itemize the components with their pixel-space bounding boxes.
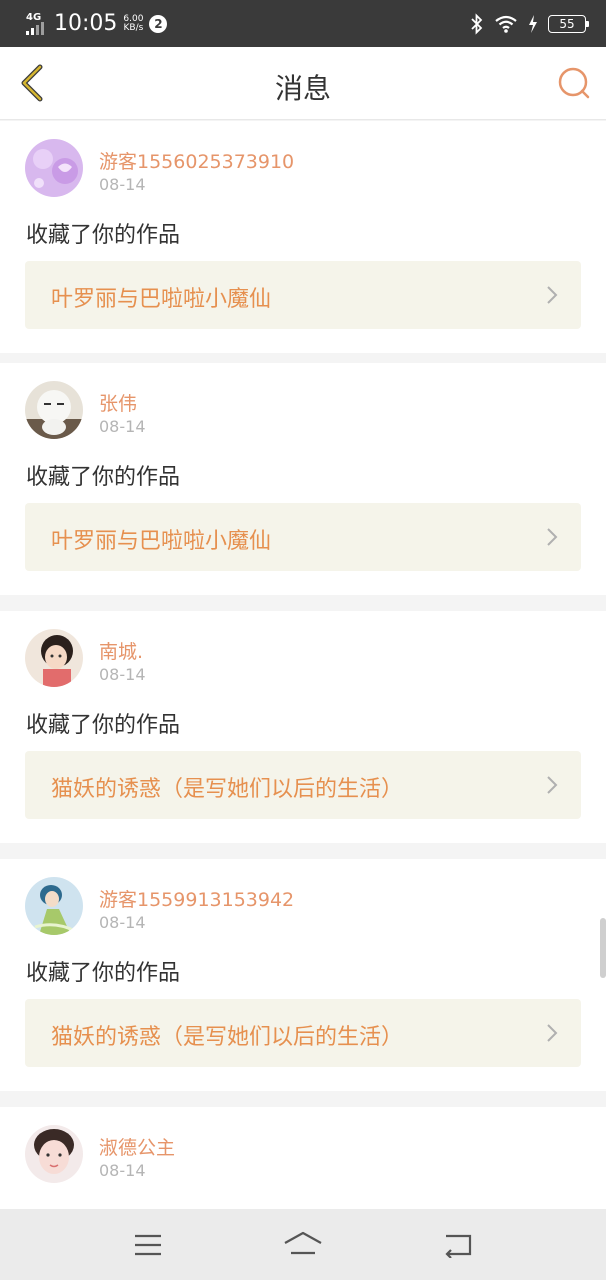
- message-date: 08-14: [99, 913, 146, 932]
- home-icon: [284, 1231, 322, 1254]
- menu-icon: [134, 1234, 161, 1255]
- avatar[interactable]: [25, 629, 83, 687]
- message-list[interactable]: 游客1556025373910 08-14 收藏了你的作品 叶罗丽与巴啦啦小魔仙…: [0, 121, 606, 1209]
- search-icon[interactable]: [556, 65, 592, 101]
- avatar[interactable]: [25, 381, 83, 439]
- work-title: 叶罗丽与巴啦啦小魔仙: [51, 529, 272, 554]
- chevron-right-icon: [547, 776, 558, 794]
- menu-button[interactable]: [124, 1225, 172, 1265]
- home-button[interactable]: [279, 1225, 327, 1265]
- message-date: 08-14: [99, 175, 146, 194]
- page-title: 消息: [274, 72, 331, 105]
- message-action: 收藏了你的作品: [26, 961, 181, 986]
- message-card: 淑德公主 08-14: [0, 1107, 606, 1209]
- message-card: 游客1559913153942 08-14 收藏了你的作品 猫妖的诱惑（是写她们…: [0, 859, 606, 1091]
- work-title: 叶罗丽与巴啦啦小魔仙: [51, 287, 272, 312]
- signal-icon: 4G: [26, 12, 48, 35]
- message-card: 张伟 08-14 收藏了你的作品 叶罗丽与巴啦啦小魔仙: [0, 363, 606, 595]
- user-name[interactable]: 淑德公主: [99, 1133, 175, 1160]
- message-card: 游客1556025373910 08-14 收藏了你的作品 叶罗丽与巴啦啦小魔仙: [0, 121, 606, 353]
- chevron-right-icon: [547, 1024, 558, 1042]
- status-bar: 4G 10:05 6.00 KB/s 2 55: [0, 0, 606, 47]
- avatar[interactable]: [25, 139, 83, 197]
- battery-level: 55: [548, 14, 589, 33]
- message-action: 收藏了你的作品: [26, 713, 181, 738]
- app-header: 消息: [0, 47, 606, 120]
- work-title: 猫妖的诱惑（是写她们以后的生活）: [51, 1025, 404, 1050]
- scrollbar[interactable]: [600, 918, 606, 978]
- message-date: 08-14: [99, 1161, 146, 1180]
- work-link[interactable]: 猫妖的诱惑（是写她们以后的生活）: [25, 751, 581, 819]
- notification-badge: 2: [149, 14, 168, 33]
- user-name[interactable]: 张伟: [99, 389, 137, 416]
- message-card: 南城. 08-14 收藏了你的作品 猫妖的诱惑（是写她们以后的生活）: [0, 611, 606, 843]
- avatar[interactable]: [25, 877, 83, 935]
- avatar[interactable]: [25, 1125, 83, 1183]
- message-action: 收藏了你的作品: [26, 223, 181, 248]
- wifi-icon: [495, 15, 517, 33]
- user-name[interactable]: 游客1559913153942: [99, 885, 294, 912]
- work-link[interactable]: 猫妖的诱惑（是写她们以后的生活）: [25, 999, 581, 1067]
- bluetooth-icon: [471, 12, 483, 35]
- message-date: 08-14: [99, 665, 146, 684]
- work-title: 猫妖的诱惑（是写她们以后的生活）: [51, 777, 404, 802]
- message-action: 收藏了你的作品: [26, 465, 181, 490]
- work-link[interactable]: 叶罗丽与巴啦啦小魔仙: [25, 261, 581, 329]
- network-speed: 6.00 KB/s: [123, 13, 144, 33]
- clock: 10:05: [54, 11, 118, 36]
- charging-icon: [529, 14, 537, 33]
- chevron-right-icon: [547, 286, 558, 304]
- user-name[interactable]: 游客1556025373910: [99, 147, 294, 174]
- work-link[interactable]: 叶罗丽与巴啦啦小魔仙: [25, 503, 581, 571]
- user-name[interactable]: 南城.: [99, 637, 143, 664]
- system-nav-bar: [0, 1209, 606, 1280]
- message-date: 08-14: [99, 417, 146, 436]
- back-button[interactable]: [434, 1225, 482, 1265]
- chevron-right-icon: [547, 528, 558, 546]
- back-icon: [445, 1234, 472, 1258]
